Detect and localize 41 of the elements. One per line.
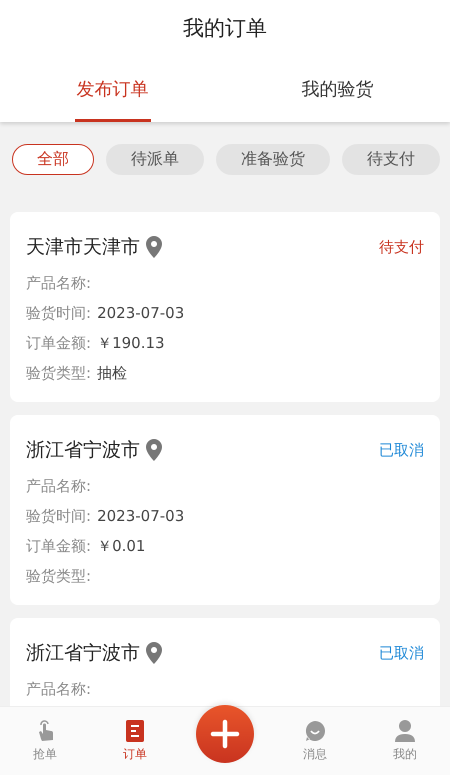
field-label: 验货类型: [26,566,92,587]
order-card[interactable]: 浙江省宁波市 已取消 产品名称: 验货时间: 2023-07-03 订单金额: ￥0.01 验货类型: [10,415,440,605]
filter-chip[interactable]: 待支付 [342,144,440,175]
field-label: 产品名称: [26,476,92,497]
tab[interactable]: 发布订单 [74,55,150,122]
order-location: 浙江省宁波市 [26,438,140,463]
order-location: 天津市天津市 [26,235,140,260]
field-label: 产品名称: [26,679,92,700]
nav-tab[interactable]: 订单 [90,707,180,775]
filter-chip[interactable]: 待派单 [106,144,204,175]
field-label: 订单金额: [26,333,92,354]
location-pin-icon [146,439,162,461]
field-value: ￥0.01 [97,536,146,557]
filter-chip[interactable]: 全部 [12,144,94,175]
filter-chip[interactable]: 准备验货 [216,144,330,175]
chat-smile-icon [303,719,327,743]
field-label: 验货时间: [26,506,92,527]
user-icon [393,719,417,743]
field-value: 抽检 [97,363,128,384]
tab[interactable]: 我的验货 [300,55,376,122]
field-value: ￥190.13 [97,333,165,354]
field-label: 产品名称: [26,273,92,294]
field-label: 验货时间: [26,303,92,324]
order-card[interactable]: 浙江省宁波市 已取消 产品名称: [10,618,440,707]
field-value: 2023-07-03 [97,506,184,527]
nav-tab[interactable]: 我的 [360,707,450,775]
page-title: 我的订单 [183,14,267,42]
location-pin-icon [146,236,162,258]
nav-tab[interactable]: 消息 [270,707,360,775]
field-label: 验货类型: [26,363,92,384]
plus-icon [210,719,240,749]
location-pin-icon [146,642,162,664]
field-value: 2023-07-03 [97,303,184,324]
order-status: 已取消 [379,644,424,662]
nav-tab[interactable]: 抢单 [0,707,90,775]
field-label: 订单金额: [26,536,92,557]
order-card[interactable]: 天津市天津市 待支付 产品名称: 验货时间: 2023-07-03 订单金额: ￥190.13 验货类型: 抽检 [10,212,440,402]
order-location: 浙江省宁波市 [26,641,140,666]
order-status: 待支付 [379,238,424,256]
list-document-icon [123,719,147,743]
order-status: 已取消 [379,440,424,460]
